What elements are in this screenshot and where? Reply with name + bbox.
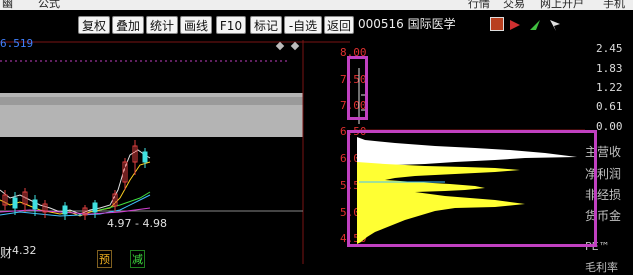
- back-button[interactable]: 返回: [324, 16, 354, 34]
- top-menu-bar: 幽 公式 行情 交易 网上开户 手机: [0, 0, 633, 10]
- menu-item[interactable]: 网上开户: [540, 0, 584, 10]
- highlight-box-chips: [347, 130, 597, 247]
- draw-line-button[interactable]: 画线: [180, 16, 212, 34]
- mark-button[interactable]: 标记: [250, 16, 282, 34]
- menu-item[interactable]: 行情: [468, 0, 490, 10]
- f10-button[interactable]: F10: [216, 16, 246, 34]
- statistics-button[interactable]: 统计: [146, 16, 178, 34]
- right-axis-label: 1.83: [596, 62, 623, 75]
- low-price-label: 4.32: [12, 244, 37, 257]
- forecast-marker[interactable]: 预: [97, 250, 112, 268]
- reduce-marker[interactable]: 减: [130, 250, 145, 268]
- stock-code-name: 000516 国际医学: [358, 17, 456, 31]
- kline-chart[interactable]: [0, 40, 350, 264]
- right-axis-label: 0.00: [596, 120, 623, 133]
- flag-icon[interactable]: [508, 17, 522, 31]
- arrow-icon[interactable]: [548, 17, 562, 31]
- chip-distribution-icon[interactable]: [490, 17, 504, 31]
- financial-marker[interactable]: 财: [0, 244, 12, 261]
- right-axis-label: 2.45: [596, 42, 623, 55]
- highlight-box-price: [347, 56, 368, 120]
- right-axis-label: 1.22: [596, 81, 623, 94]
- overlay-button[interactable]: 叠加: [112, 16, 144, 34]
- cost-icon[interactable]: [528, 17, 542, 31]
- menu-item[interactable]: 公式: [38, 0, 60, 10]
- fuquan-button[interactable]: 复权: [78, 16, 110, 34]
- menu-item[interactable]: 手机: [603, 0, 625, 10]
- price-range-label: 4.97 - 4.98: [107, 217, 167, 230]
- left-value-label: 6.519: [0, 37, 34, 50]
- menu-item[interactable]: 交易: [503, 0, 525, 10]
- chart-toolbar: 复权 叠加 统计 画线 F10 标记 -自选 返回: [0, 12, 355, 38]
- remove-watchlist-button[interactable]: -自选: [284, 16, 322, 34]
- menu-item[interactable]: 幽: [2, 0, 13, 10]
- right-axis-label: 0.61: [596, 100, 623, 113]
